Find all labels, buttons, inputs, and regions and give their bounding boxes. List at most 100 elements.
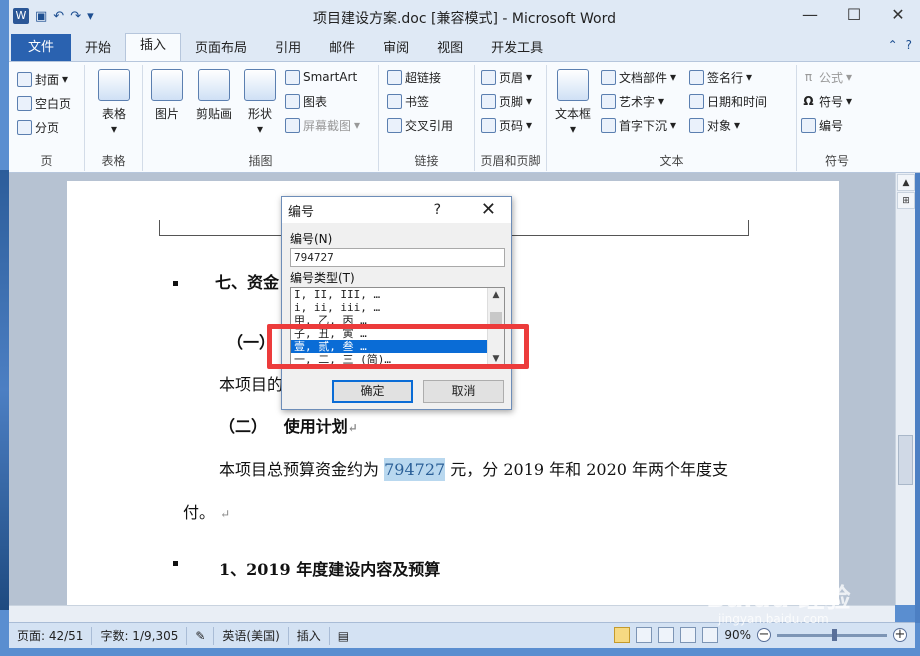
tab-file[interactable]: 文件 — [11, 34, 72, 61]
tab-references[interactable]: 引用 — [261, 37, 315, 61]
group-pages: 封面 ▾ 空白页 分页 页 — [9, 65, 85, 171]
macro-icon[interactable]: ▤ — [330, 627, 357, 645]
clipart-icon — [198, 69, 230, 101]
number-dialog: 编号 ? ✕ 编号(N) 794727 编号类型(T) I, II, III, … — [281, 196, 512, 410]
proofing-icon[interactable]: ✎ — [187, 626, 215, 645]
smartart-button[interactable]: SmartArt — [285, 65, 360, 89]
scroll-thumb[interactable] — [898, 435, 913, 485]
number-input[interactable]: 794727 — [290, 248, 505, 267]
zoom-level[interactable]: 90% — [724, 628, 751, 642]
ok-button[interactable]: 确定 — [332, 380, 413, 403]
cancel-button[interactable]: 取消 — [423, 380, 504, 403]
full-screen-view-icon[interactable] — [636, 627, 653, 643]
signature-line-button[interactable]: 签名行 ▾ — [689, 65, 767, 89]
symbol-button[interactable]: Ω 符号 ▾ — [801, 89, 877, 113]
dialog-help-button[interactable]: ? — [434, 202, 441, 218]
customize-icon[interactable]: ▾ — [87, 9, 94, 24]
table-button[interactable]: 表格 ▾ — [91, 69, 137, 136]
outline-view-icon[interactable] — [680, 627, 697, 643]
zoom-slider-knob[interactable] — [832, 628, 837, 641]
status-insert-mode[interactable]: 插入 — [289, 626, 330, 645]
list-scroll-up-icon[interactable]: ▲ — [488, 288, 504, 302]
tab-insert[interactable]: 插入 — [125, 33, 182, 61]
list-item[interactable]: I, II, III, … — [291, 288, 504, 301]
quick-parts-button[interactable]: 文档部件 ▾ — [601, 65, 676, 89]
zoom-slider[interactable] — [777, 628, 887, 641]
minimize-button[interactable]: — — [788, 0, 832, 30]
chart-button[interactable]: 图表 — [285, 89, 360, 113]
cover-page-icon — [17, 71, 32, 87]
page-number-icon — [481, 117, 496, 133]
group-label-links: 链接 — [414, 154, 439, 168]
number-button[interactable]: 编号 — [801, 113, 877, 137]
vertical-scrollbar[interactable]: ▲ ⊞ — [895, 173, 915, 605]
textbox-icon — [557, 69, 589, 101]
undo-icon[interactable]: ↶ — [53, 9, 64, 24]
status-language[interactable]: 英语(美国) — [214, 626, 289, 645]
date-time-button[interactable]: 日期和时间 — [689, 89, 767, 113]
screenshot-button[interactable]: 屏幕截图 ▾ — [285, 113, 360, 137]
ribbon-tabs: 文件 开始 插入 页面布局 引用 邮件 审阅 视图 开发工具 — [9, 32, 920, 61]
tab-review[interactable]: 审阅 — [369, 37, 423, 61]
textbox-button[interactable]: 文本框 ▾ — [551, 69, 595, 136]
equation-button[interactable]: π 公式 ▾ — [801, 65, 877, 89]
maximize-button[interactable]: ☐ — [832, 0, 876, 30]
blank-page-button[interactable]: 空白页 — [17, 91, 84, 115]
status-words[interactable]: 字数: 1/9,305 — [92, 626, 188, 645]
print-layout-view-icon[interactable] — [614, 627, 631, 643]
number-label: 编号(N) — [290, 232, 333, 246]
cover-page-button[interactable]: 封面 ▾ — [17, 67, 84, 91]
tab-home[interactable]: 开始 — [71, 37, 125, 61]
selected-number[interactable]: 794727 — [384, 458, 446, 481]
scroll-up-icon[interactable]: ▲ — [897, 174, 915, 191]
pi-icon: π — [804, 70, 813, 84]
page-break-button[interactable]: 分页 — [17, 115, 84, 139]
shapes-button[interactable]: 形状 ▾ — [241, 69, 279, 136]
shapes-icon — [244, 69, 276, 101]
dialog-close-button[interactable]: ✕ — [481, 199, 496, 220]
zoom-in-icon[interactable]: + — [893, 628, 907, 642]
group-links: 超链接 书签 交叉引用 链接 — [379, 65, 475, 171]
smartart-icon — [285, 69, 300, 85]
paragraph-one: 本项目的 — [219, 375, 284, 394]
tab-page-layout[interactable]: 页面布局 — [181, 37, 261, 61]
status-page[interactable]: 页面: 42/51 — [9, 626, 93, 645]
redo-icon[interactable]: ↷ — [70, 9, 81, 24]
number-icon — [801, 117, 816, 133]
bookmark-button[interactable]: 书签 — [387, 89, 474, 113]
paragraph-bullet — [173, 561, 178, 566]
close-button[interactable]: ✕ — [876, 0, 920, 30]
tab-mailings[interactable]: 邮件 — [315, 37, 369, 61]
list-item[interactable]: i, ii, iii, … — [291, 301, 504, 314]
web-layout-view-icon[interactable] — [658, 627, 675, 643]
header-button[interactable]: 页眉 ▾ — [481, 65, 546, 89]
group-illustrations: 图片 剪贴画 形状 ▾ SmartArt 图表 屏幕截图 ▾ 插图 — [143, 65, 379, 171]
cross-reference-icon — [387, 117, 402, 133]
quick-access-toolbar: W ▣ ↶ ↷ ▾ — [9, 0, 94, 32]
zoom-out-icon[interactable]: − — [757, 628, 771, 642]
object-button[interactable]: 对象 ▾ — [689, 113, 767, 137]
page-number-button[interactable]: 页码 ▾ — [481, 113, 546, 137]
window-title: 项目建设方案.doc [兼容模式] - Microsoft Word — [312, 11, 617, 27]
picture-icon — [151, 69, 183, 101]
picture-button[interactable]: 图片 — [147, 69, 187, 122]
group-label-pages: 页 — [40, 154, 53, 168]
clipart-button[interactable]: 剪贴画 — [189, 69, 239, 122]
save-icon[interactable]: ▣ — [35, 9, 47, 24]
tab-developer[interactable]: 开发工具 — [477, 37, 557, 61]
cross-reference-button[interactable]: 交叉引用 — [387, 113, 474, 137]
ruler-toggle-icon[interactable]: ⊞ — [897, 192, 915, 209]
help-icon[interactable]: ? — [906, 38, 912, 52]
draft-view-icon[interactable] — [702, 627, 719, 643]
collapse-ribbon-icon[interactable]: ⌃ — [888, 38, 898, 52]
drop-cap-button[interactable]: 首字下沉 ▾ — [601, 113, 676, 137]
drop-cap-icon — [601, 117, 616, 133]
footer-button[interactable]: 页脚 ▾ — [481, 89, 546, 113]
bookmark-icon — [387, 93, 402, 109]
hyperlink-button[interactable]: 超链接 — [387, 65, 474, 89]
group-label-tables: 表格 — [101, 154, 126, 168]
wordart-button[interactable]: 艺术字 ▾ — [601, 89, 676, 113]
group-tables: 表格 ▾ 表格 — [85, 65, 143, 171]
tab-view[interactable]: 视图 — [423, 37, 477, 61]
word-app-icon[interactable]: W — [13, 8, 29, 24]
